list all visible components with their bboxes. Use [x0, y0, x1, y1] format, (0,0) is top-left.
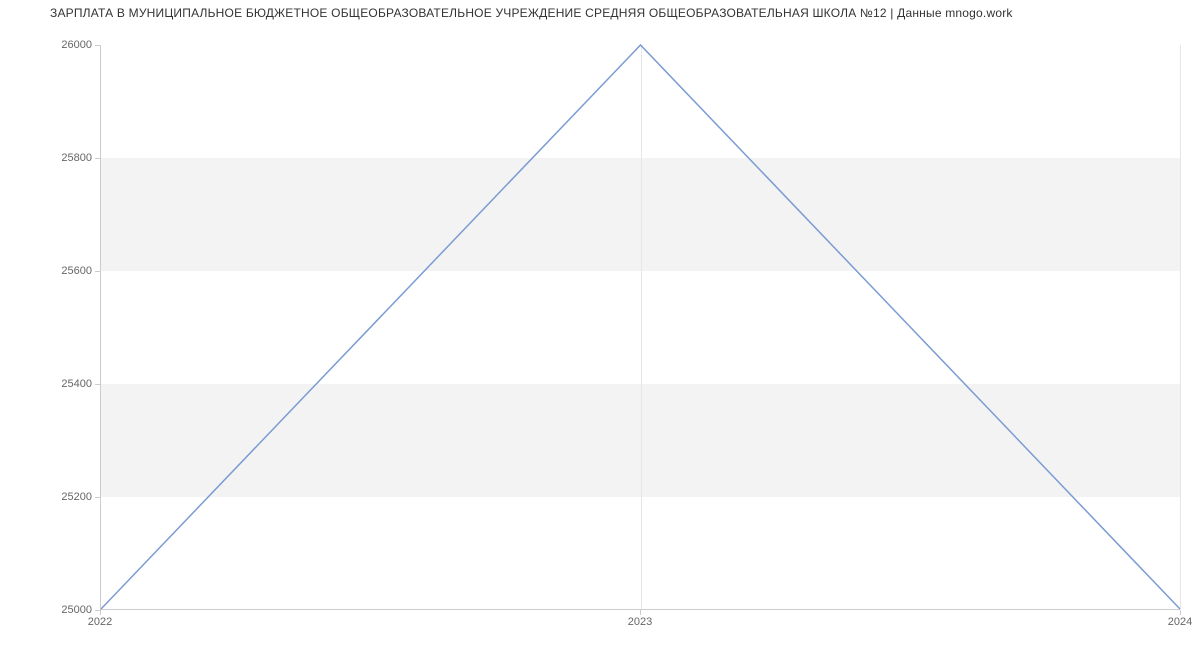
y-tick-label: 26000	[61, 39, 92, 51]
x-tick-mark	[100, 610, 101, 615]
gridline-x	[1180, 45, 1181, 609]
y-tick-label: 25200	[61, 491, 92, 503]
chart-line-svg	[101, 45, 1180, 609]
y-tick-label: 25800	[61, 152, 92, 164]
plot-area	[100, 45, 1180, 610]
chart-title: ЗАРПЛАТА В МУНИЦИПАЛЬНОЕ БЮДЖЕТНОЕ ОБЩЕО…	[50, 6, 1013, 20]
x-tick-label: 2023	[628, 616, 652, 628]
y-tick-label: 25600	[61, 265, 92, 277]
x-tick-mark	[1180, 610, 1181, 615]
chart-container: ЗАРПЛАТА В МУНИЦИПАЛЬНОЕ БЮДЖЕТНОЕ ОБЩЕО…	[0, 0, 1200, 650]
x-tick-label: 2022	[88, 616, 112, 628]
series-line	[101, 45, 1180, 609]
x-tick-label: 2024	[1168, 616, 1192, 628]
x-tick-mark	[640, 610, 641, 615]
y-tick-label: 25000	[61, 604, 92, 616]
y-tick-label: 25400	[61, 378, 92, 390]
